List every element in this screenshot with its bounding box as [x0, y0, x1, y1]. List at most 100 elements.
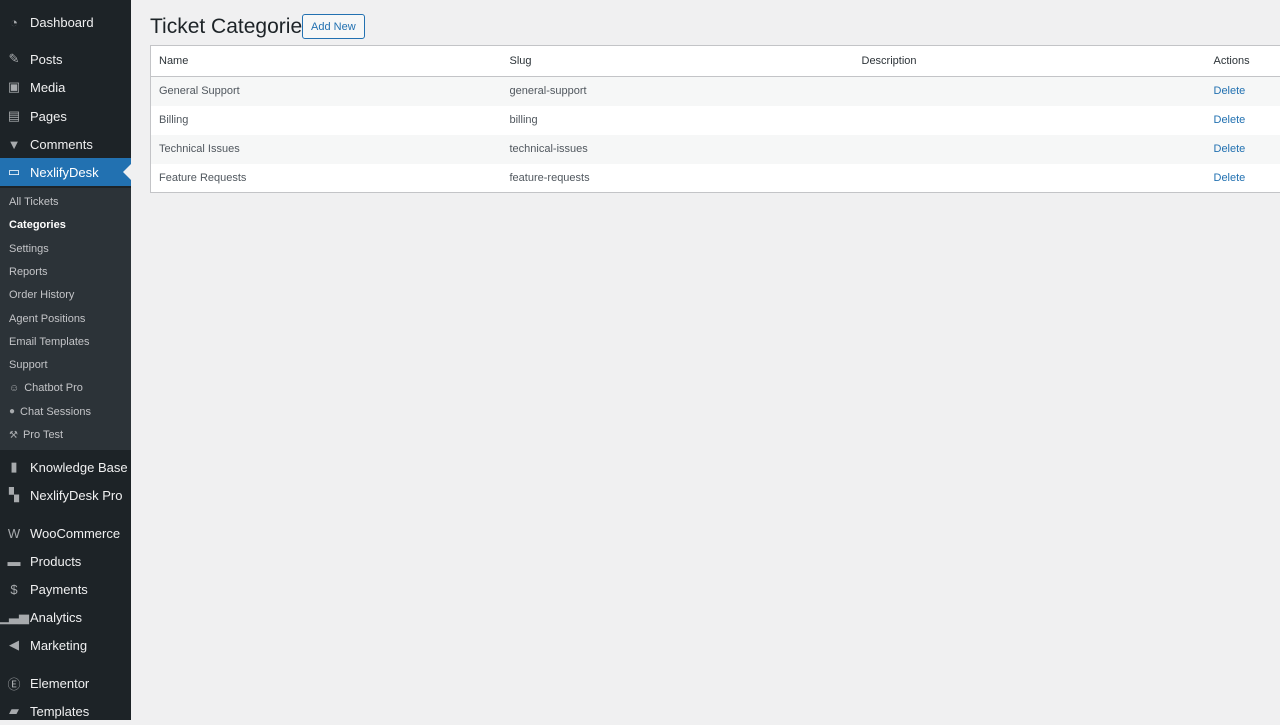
submenu-item-label: Support: [9, 359, 48, 371]
submenu-item-all-tickets[interactable]: All Tickets: [9, 196, 59, 208]
delete-link[interactable]: Delete: [1214, 85, 1246, 97]
menu-item-woocommerce[interactable]: W WooCommerce: [0, 519, 131, 547]
submenu-item-label: All Tickets: [9, 196, 59, 208]
table-row: General Supportgeneral-support Delete: [151, 77, 1280, 106]
submenu-item-settings[interactable]: Settings: [9, 243, 49, 255]
menu-item-nexlifydesk-pro[interactable]: ▚ NexlifyDesk Pro: [0, 481, 131, 509]
column-name[interactable]: Name: [151, 46, 502, 77]
menu-item-label: Posts: [30, 52, 63, 67]
category-description: [854, 135, 1206, 164]
menu-item-label: Elementor: [30, 676, 89, 691]
elementor-icon: Ⓔ: [6, 675, 22, 691]
submenu-item-order-history[interactable]: Order History: [9, 289, 74, 301]
actions-cell: Delete: [1206, 135, 1280, 164]
menu-item-payments[interactable]: $Payments: [0, 575, 131, 603]
column-slug[interactable]: Slug: [502, 46, 854, 77]
menu-item-label: Templates: [30, 704, 89, 719]
menu-item-pages[interactable]: ▤ Pages: [0, 102, 131, 130]
admin-sidebar: All Tickets Categories Settings Reports Orde…: [0, 0, 131, 720]
book-icon: ▮: [6, 459, 22, 475]
bar-chart-icon: ▁▃▅: [6, 609, 22, 625]
menu-item-knowledge-base[interactable]: ▮ Knowledge Base: [0, 453, 131, 481]
submenu-item-support[interactable]: Support: [9, 359, 48, 371]
menu-item-label: WooCommerce: [30, 526, 120, 541]
menu-item-label: Payments: [30, 582, 88, 597]
category-name: Billing: [151, 106, 502, 135]
desk-icon: ▭: [6, 164, 22, 180]
media-icon: ▣: [6, 79, 22, 95]
actions-cell: Delete: [1206, 77, 1280, 106]
comment-icon: ▼: [6, 136, 22, 152]
category-description: [854, 77, 1206, 106]
category-name: Technical Issues: [151, 135, 502, 164]
delete-link[interactable]: Delete: [1214, 114, 1246, 126]
category-name: Feature Requests: [151, 164, 502, 193]
column-description[interactable]: Description: [854, 46, 1206, 77]
menu-item-label: NexlifyDesk Pro: [30, 488, 122, 503]
pin-icon: ✎: [6, 51, 22, 67]
submenu-item-label: Chat Sessions: [20, 406, 91, 418]
category-slug: general-support: [502, 77, 854, 106]
megaphone-icon: ◀: [6, 637, 22, 653]
category-description: [854, 106, 1206, 135]
table-row: Technical Issuestechnical-issues Delete: [151, 135, 1280, 164]
category-name: General Support: [151, 77, 502, 106]
submenu-item-pro-test[interactable]: ⚒ Pro Test: [9, 429, 63, 441]
submenu-item-label: Order History: [9, 289, 74, 301]
menu-item-media[interactable]: ▣ Media: [0, 73, 131, 101]
submenu-item-categories[interactable]: Categories: [9, 219, 66, 231]
table-row: Feature Requestsfeature-requests Delete: [151, 164, 1280, 193]
submenu-item-agent-positions[interactable]: Agent Positions: [9, 313, 85, 325]
categories-table: Name Slug Description Actions General Su…: [150, 45, 1280, 193]
menu-item-label: Dashboard: [30, 15, 94, 30]
submenu-item-chat-sessions[interactable]: ● Chat Sessions: [9, 406, 91, 418]
delete-link[interactable]: Delete: [1214, 143, 1246, 155]
menu-item-label: Marketing: [30, 638, 87, 653]
menu-item-elementor[interactable]: Ⓔ Elementor: [0, 669, 131, 697]
category-slug: feature-requests: [502, 164, 854, 193]
category-description: [854, 164, 1206, 193]
table-header-row: Name Slug Description Actions: [151, 46, 1280, 77]
submenu-item-label: Settings: [9, 243, 49, 255]
chat-bubble-icon: ●: [9, 406, 15, 417]
menu-item-label: Comments: [30, 137, 93, 152]
submenu-item-label: Reports: [9, 266, 48, 278]
wrench-icon: ⚒: [9, 430, 18, 441]
submenu-item-label: Email Templates: [9, 336, 90, 348]
menu-item-label: Pages: [30, 109, 67, 124]
menu-item-analytics[interactable]: ▁▃▅Analytics: [0, 603, 131, 631]
submenu-item-reports[interactable]: Reports: [9, 266, 48, 278]
column-actions: Actions: [1206, 46, 1280, 77]
menu-item-comments[interactable]: ▼ Comments: [0, 130, 131, 158]
menu-item-label: Knowledge Base: [30, 460, 128, 475]
robot-icon: ☺: [9, 383, 19, 394]
add-new-button[interactable]: Add New: [302, 14, 365, 39]
menu-item-label: NexlifyDesk: [30, 165, 99, 180]
menu-item-marketing[interactable]: ◀ Marketing: [0, 631, 131, 659]
menu-item-nexlifydesk[interactable]: ▭ NexlifyDesk: [0, 158, 131, 186]
submenu-item-label: Categories: [9, 219, 66, 231]
pages-icon: ▤: [6, 108, 22, 124]
page-title: Ticket Categories: [150, 15, 313, 39]
menu-item-products[interactable]: ▬ Products: [0, 547, 131, 575]
delete-link[interactable]: Delete: [1214, 172, 1246, 184]
menu-item-label: Media: [30, 80, 65, 95]
submenu: All Tickets Categories Settings Reports Orde…: [0, 188, 131, 450]
submenu-item-email-templates[interactable]: Email Templates: [9, 336, 90, 348]
chat-icon: ▚: [6, 487, 22, 503]
menu-item-posts[interactable]: ✎ Posts: [0, 45, 131, 73]
actions-cell: Delete: [1206, 164, 1280, 193]
menu-item-label: Products: [30, 554, 81, 569]
submenu-item-label: Chatbot Pro: [24, 382, 83, 394]
table-row: Billingbilling Delete: [151, 106, 1280, 135]
category-slug: billing: [502, 106, 854, 135]
archive-icon: ▬: [6, 553, 22, 569]
woo-icon: W: [6, 525, 22, 541]
menu-item-dashboard[interactable]: ◔ Dashboard: [0, 8, 131, 36]
category-slug: technical-issues: [502, 135, 854, 164]
submenu-item-label: Pro Test: [23, 429, 63, 441]
actions-cell: Delete: [1206, 106, 1280, 135]
menu-item-templates[interactable]: ▰Templates: [0, 697, 131, 725]
dashboard-icon: ◔: [6, 14, 22, 30]
submenu-item-chatbot-pro[interactable]: ☺ Chatbot Pro: [9, 382, 83, 394]
